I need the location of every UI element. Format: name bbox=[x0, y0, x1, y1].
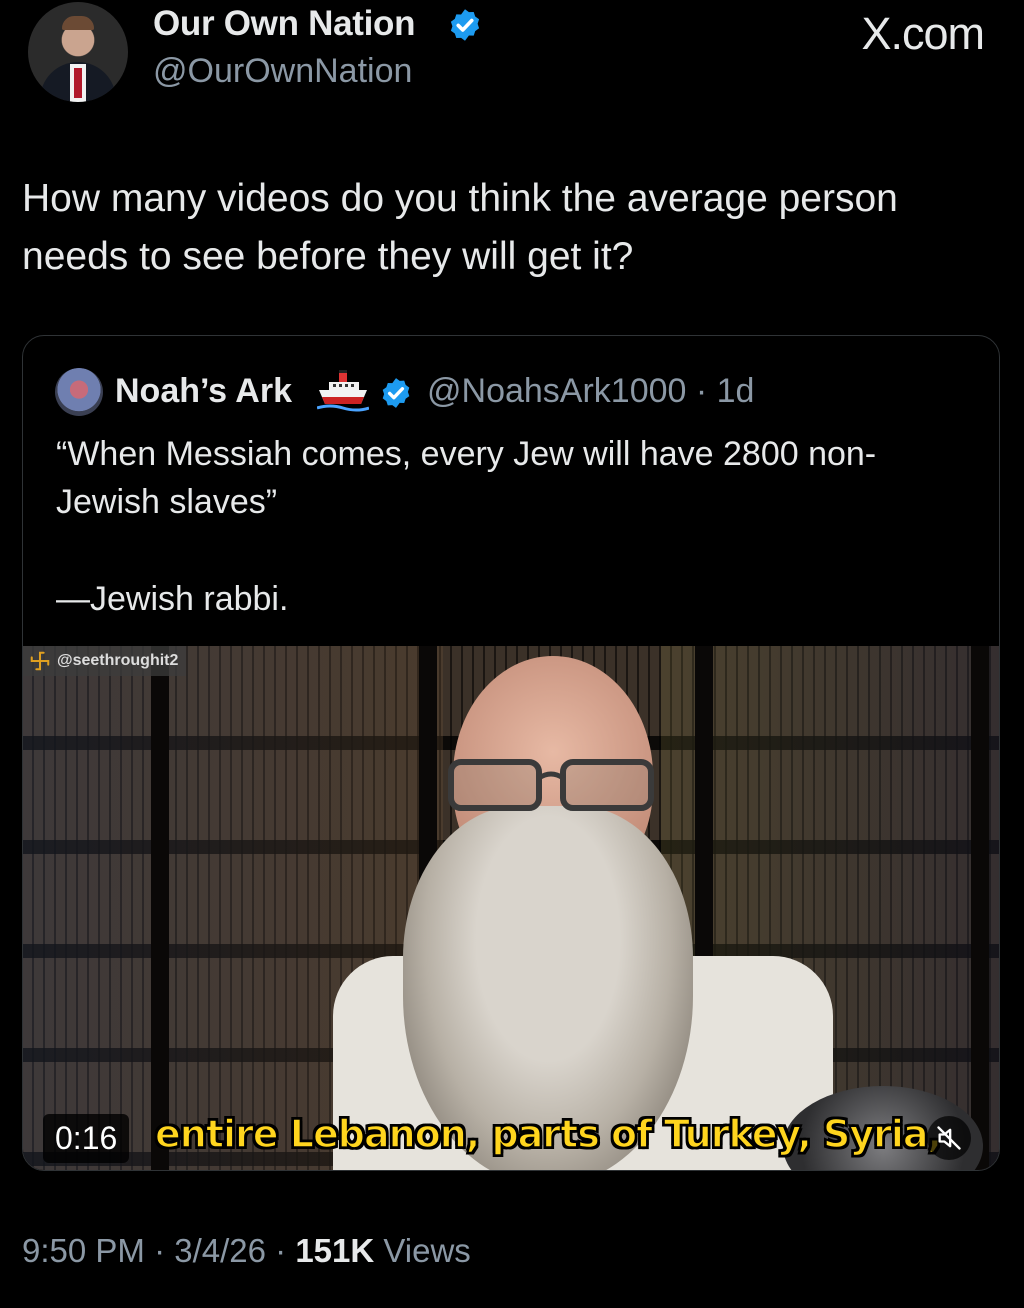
author-avatar[interactable] bbox=[28, 2, 128, 102]
tweet-timestamp[interactable]: 9:50 PM · 3/4/26 · bbox=[22, 1232, 295, 1269]
video-player[interactable]: @seethroughit2 0:16 entire Lebanon, part… bbox=[23, 646, 999, 1170]
video-watermark: @seethroughit2 bbox=[23, 646, 187, 676]
verified-badge-icon bbox=[450, 9, 480, 41]
watermark-handle: @seethroughit2 bbox=[57, 652, 179, 669]
brand-watermark: X.com bbox=[861, 8, 985, 59]
quoted-author-avatar[interactable] bbox=[55, 368, 103, 416]
quoted-tweet-card[interactable]: Noah’s Ark @NoahsArk1000 · 1d “When Mess… bbox=[22, 335, 1000, 1171]
author-name[interactable]: Our Own Nation bbox=[153, 4, 415, 44]
author-handle[interactable]: @OurOwnNation bbox=[153, 52, 412, 91]
ship-emoji-icon bbox=[317, 370, 369, 412]
quoted-tweet-text: “When Messiah comes, every Jew will have… bbox=[56, 435, 877, 521]
mute-button[interactable] bbox=[927, 1116, 971, 1160]
views-count: 151K bbox=[295, 1232, 375, 1269]
mute-icon bbox=[937, 1126, 961, 1150]
tweet-meta: 9:50 PM · 3/4/26 · 151K Views bbox=[22, 1232, 471, 1270]
video-subtitle: entire Lebanon, parts of Turkey, Syria, bbox=[154, 1111, 942, 1157]
quoted-handle-time[interactable]: @NoahsArk1000 · 1d bbox=[427, 372, 754, 411]
views-label: Views bbox=[374, 1232, 471, 1269]
quoted-author-name[interactable]: Noah’s Ark bbox=[115, 372, 292, 411]
tweet-text: How many videos do you think the average… bbox=[22, 177, 898, 278]
video-speaker bbox=[333, 656, 833, 1170]
watermark-logo-icon bbox=[30, 651, 50, 671]
quoted-verified-badge-icon bbox=[382, 378, 410, 408]
video-timecode: 0:16 bbox=[43, 1114, 130, 1163]
quoted-attribution: —Jewish rabbi. bbox=[56, 580, 289, 618]
